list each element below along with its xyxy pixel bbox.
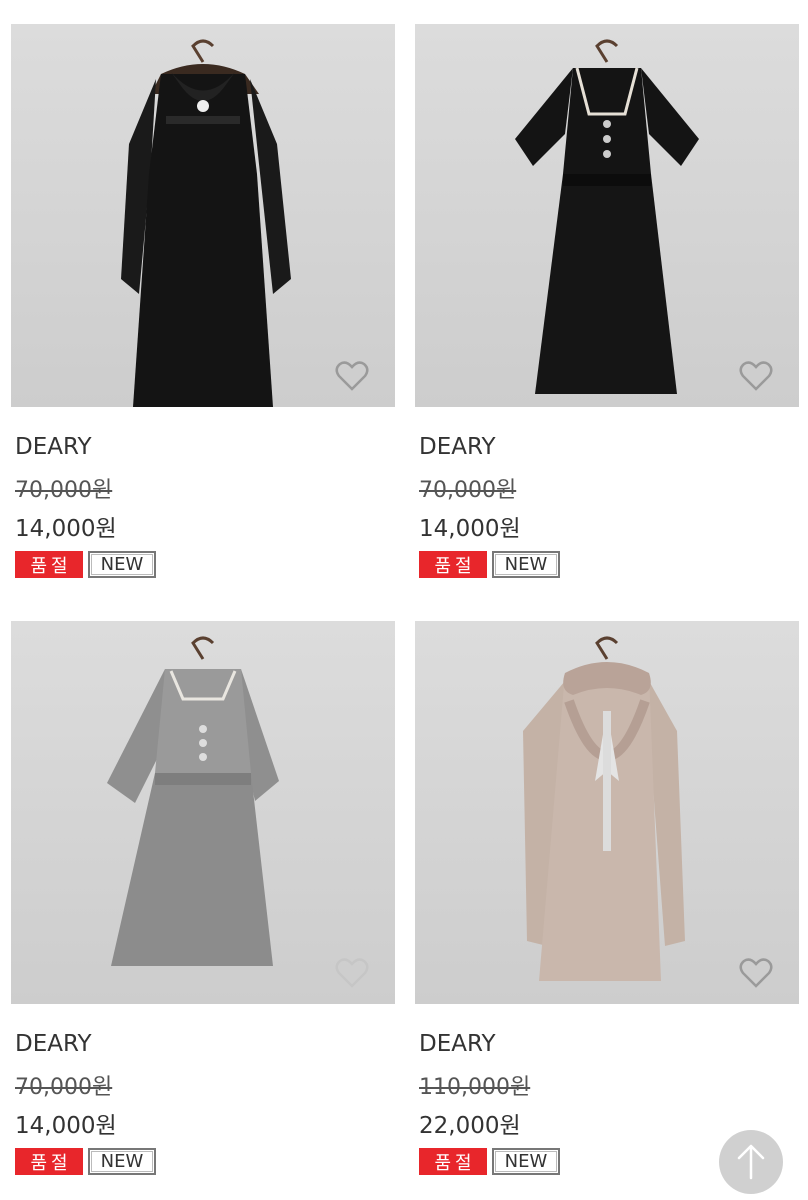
heart-icon[interactable] (739, 361, 773, 391)
sale-price: 14,000원 (419, 516, 521, 542)
sweater-dress-image (523, 636, 685, 981)
soldout-badge: 품절 (15, 551, 83, 578)
heart-icon[interactable] (335, 361, 369, 391)
heart-icon[interactable] (739, 958, 773, 988)
original-price: 70,000원 (15, 478, 113, 503)
dress-image (121, 39, 291, 407)
sale-price: 14,000원 (15, 1113, 117, 1139)
original-price: 110,000원 (419, 1075, 531, 1100)
soldout-badge: 품절 (419, 551, 487, 578)
product-brand[interactable]: DEARY (419, 1031, 496, 1057)
product-badges: 품절 NEW (15, 551, 156, 579)
product-card[interactable]: DEARY 70,000원 14,000원 품절 NEW (415, 24, 799, 584)
product-card[interactable]: DEARY 70,000원 14,000원 품절 NEW (11, 621, 395, 1181)
product-image[interactable] (11, 24, 395, 407)
original-price: 70,000원 (15, 1075, 113, 1100)
product-image[interactable] (415, 621, 799, 1004)
original-price: 70,000원 (419, 478, 517, 503)
sale-price: 14,000원 (15, 516, 117, 542)
product-brand[interactable]: DEARY (15, 1031, 92, 1057)
dress-image (515, 39, 699, 394)
new-badge: NEW (88, 551, 156, 578)
new-badge: NEW (88, 1148, 156, 1175)
heart-icon[interactable] (335, 958, 369, 988)
dress-image (107, 636, 279, 966)
sale-price: 22,000원 (419, 1113, 521, 1139)
product-badges: 품절 NEW (419, 1148, 560, 1176)
arrow-up-icon (737, 1144, 765, 1180)
new-badge: NEW (492, 1148, 560, 1175)
product-brand[interactable]: DEARY (15, 434, 92, 460)
soldout-badge: 품절 (15, 1148, 83, 1175)
product-badges: 품절 NEW (419, 551, 560, 579)
product-card[interactable]: DEARY 110,000원 22,000원 품절 NEW (415, 621, 799, 1181)
product-card[interactable]: DEARY 70,000원 14,000원 품절 NEW (11, 24, 395, 584)
product-badges: 품절 NEW (15, 1148, 156, 1176)
new-badge: NEW (492, 551, 560, 578)
product-image[interactable] (11, 621, 395, 1004)
scroll-top-button[interactable] (719, 1130, 783, 1194)
soldout-badge: 품절 (419, 1148, 487, 1175)
product-image[interactable] (415, 24, 799, 407)
product-brand[interactable]: DEARY (419, 434, 496, 460)
product-grid: DEARY 70,000원 14,000원 품절 NEW DEARY 70,00… (0, 0, 808, 1200)
